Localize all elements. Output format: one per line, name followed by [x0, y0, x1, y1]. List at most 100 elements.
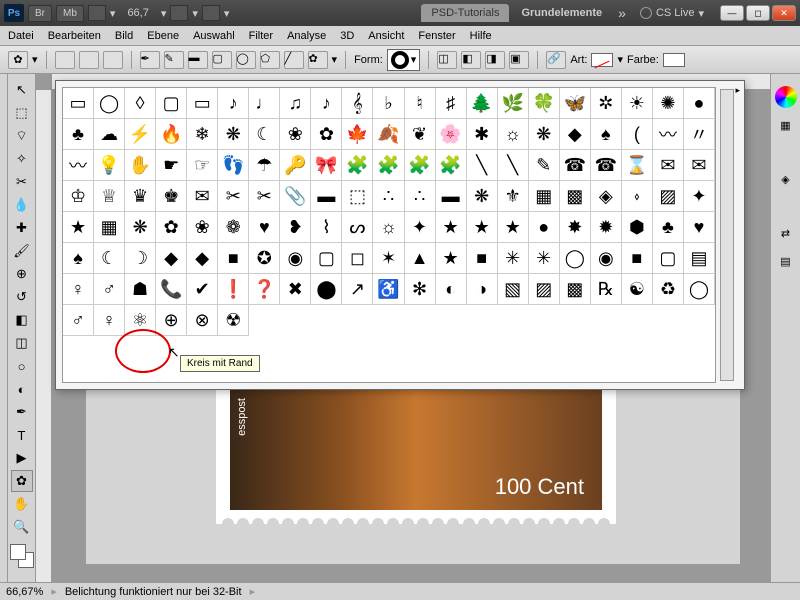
color-swatch[interactable] — [663, 53, 685, 67]
shape-cell[interactable]: ✋ — [125, 150, 156, 181]
shape-cell[interactable]: ▭ — [63, 88, 94, 119]
shape-cell[interactable]: 📎 — [280, 181, 311, 212]
shape-cell[interactable]: ☼ — [498, 119, 529, 150]
shape-cell[interactable]: ⚛ — [125, 305, 156, 336]
shape-cell[interactable]: ☯ — [622, 274, 653, 305]
shape-cell[interactable]: 🍂 — [373, 119, 404, 150]
line-shape-button[interactable]: ╱ — [284, 51, 304, 69]
shape-cell[interactable]: ❋ — [529, 119, 560, 150]
menu-fenster[interactable]: Fenster — [418, 30, 455, 42]
shape-cell[interactable]: ◆ — [187, 243, 218, 274]
shape-cell[interactable]: 🌲 — [467, 88, 498, 119]
link-icon[interactable]: 🔗 — [546, 51, 566, 69]
shape-cell[interactable]: ✎ — [529, 150, 560, 181]
combine-exclude-button[interactable]: ▣ — [509, 51, 529, 69]
shape-cell[interactable]: 𝄞 — [342, 88, 373, 119]
ellipse-shape-button[interactable]: ◯ — [236, 51, 256, 69]
shape-cell[interactable]: ♩ — [249, 88, 280, 119]
layers-panel-icon[interactable]: ◈ — [775, 168, 797, 190]
history-brush-tool[interactable]: ↺ — [11, 286, 33, 308]
eyedropper-tool[interactable]: 💧 — [11, 194, 33, 216]
shape-cell[interactable]: ❋ — [218, 119, 249, 150]
shape-cell[interactable]: ☞ — [187, 150, 218, 181]
custom-shape-button[interactable]: ✿ — [308, 51, 328, 69]
shape-layer-button[interactable] — [55, 51, 75, 69]
rect-shape-button[interactable]: ▬ — [188, 51, 208, 69]
shape-cell[interactable]: ♫ — [280, 88, 311, 119]
shape-cell[interactable]: ▨ — [529, 274, 560, 305]
shape-cell[interactable]: ↗ — [342, 274, 373, 305]
roundrect-shape-button[interactable]: ▢ — [212, 51, 232, 69]
pen-shape-button[interactable]: ✒ — [140, 51, 160, 69]
cslive-button[interactable]: CS Live ▾ — [634, 7, 710, 20]
wand-tool[interactable]: ✧ — [11, 148, 33, 170]
shape-cell[interactable]: ❦ — [405, 119, 436, 150]
shape-cell[interactable]: ╲ — [467, 150, 498, 181]
extras-icon[interactable] — [202, 5, 220, 21]
shape-cell[interactable]: 🍁 — [342, 119, 373, 150]
shape-cell[interactable]: ◆ — [560, 119, 591, 150]
shape-cell[interactable]: ✖ — [280, 274, 311, 305]
polygon-shape-button[interactable]: ⬠ — [260, 51, 280, 69]
shape-cell[interactable]: ♛ — [125, 181, 156, 212]
shape-cell[interactable]: ♔ — [63, 181, 94, 212]
shape-cell[interactable]: ♠ — [591, 119, 622, 150]
shape-cell[interactable]: ◆ — [156, 243, 187, 274]
shape-cell[interactable]: ✲ — [591, 88, 622, 119]
shape-cell[interactable]: ⊗ — [187, 305, 218, 336]
shape-cell[interactable]: ⬢ — [622, 212, 653, 243]
swatches-panel-icon[interactable]: ▦ — [775, 114, 797, 136]
color-panel-icon[interactable] — [775, 86, 797, 108]
shape-cell[interactable]: 🌿 — [498, 88, 529, 119]
shape-cell[interactable]: 🔥 — [156, 119, 187, 150]
stamp-tool[interactable]: ⊕ — [11, 263, 33, 285]
shape-cell[interactable]: ◯ — [684, 274, 715, 305]
close-button[interactable]: ✕ — [772, 5, 796, 21]
minibridge-button[interactable]: Mb — [56, 5, 84, 22]
shape-cell[interactable]: ★ — [63, 212, 94, 243]
shape-cell[interactable]: ♥ — [249, 212, 280, 243]
shape-cell[interactable]: ❀ — [187, 212, 218, 243]
heal-tool[interactable]: ✚ — [11, 217, 33, 239]
shape-cell[interactable]: ▭ — [187, 88, 218, 119]
minimize-button[interactable]: — — [720, 5, 744, 21]
shape-cell[interactable]: ⬫ — [622, 181, 653, 212]
shape-cell[interactable]: ⚜ — [498, 181, 529, 212]
shape-cell[interactable]: ⌇ — [311, 212, 342, 243]
shape-cell[interactable]: ✔ — [187, 274, 218, 305]
zoom-display[interactable]: 66,7 — [119, 7, 156, 19]
shape-cell[interactable]: ● — [684, 88, 715, 119]
shape-cell[interactable]: ◉ — [280, 243, 311, 274]
shape-cell[interactable]: ╲ — [498, 150, 529, 181]
shape-cell[interactable]: ♥ — [684, 212, 715, 243]
shape-cell[interactable]: ✦ — [684, 181, 715, 212]
shape-cell[interactable]: ✸ — [560, 212, 591, 243]
shape-cell[interactable]: ■ — [622, 243, 653, 274]
zoom-tool[interactable]: 🔍 — [11, 516, 33, 538]
shape-cell[interactable]: ■ — [467, 243, 498, 274]
left-collapse-strip[interactable] — [0, 74, 8, 582]
shape-cell[interactable]: ☼ — [373, 212, 404, 243]
shape-cell[interactable]: ♿ — [373, 274, 404, 305]
shape-cell[interactable]: ▢ — [653, 243, 684, 274]
shape-cell[interactable]: 🧩 — [405, 150, 436, 181]
arrange-icon[interactable] — [170, 5, 188, 21]
shape-cell[interactable]: ❁ — [218, 212, 249, 243]
shape-cell[interactable]: ♠ — [63, 243, 94, 274]
shape-cell[interactable]: 🍀 — [529, 88, 560, 119]
shape-cell[interactable]: ▢ — [156, 88, 187, 119]
maximize-button[interactable]: ◻ — [746, 5, 770, 21]
hand-tool[interactable]: ✋ — [11, 493, 33, 515]
shape-cell[interactable]: ☾ — [94, 243, 125, 274]
shape-cell[interactable]: ▢ — [311, 243, 342, 274]
menu-auswahl[interactable]: Auswahl — [193, 30, 235, 42]
shape-cell[interactable]: ■ — [218, 243, 249, 274]
shape-cell[interactable]: ✳ — [529, 243, 560, 274]
shape-cell[interactable]: ▩ — [560, 274, 591, 305]
shape-cell[interactable]: ✂ — [218, 181, 249, 212]
shape-cell[interactable]: ⬤ — [311, 274, 342, 305]
shape-cell[interactable]: ✹ — [591, 212, 622, 243]
menu-3d[interactable]: 3D — [340, 30, 354, 42]
shape-cell[interactable]: ✶ — [373, 243, 404, 274]
shape-cell[interactable]: ▬ — [436, 181, 467, 212]
